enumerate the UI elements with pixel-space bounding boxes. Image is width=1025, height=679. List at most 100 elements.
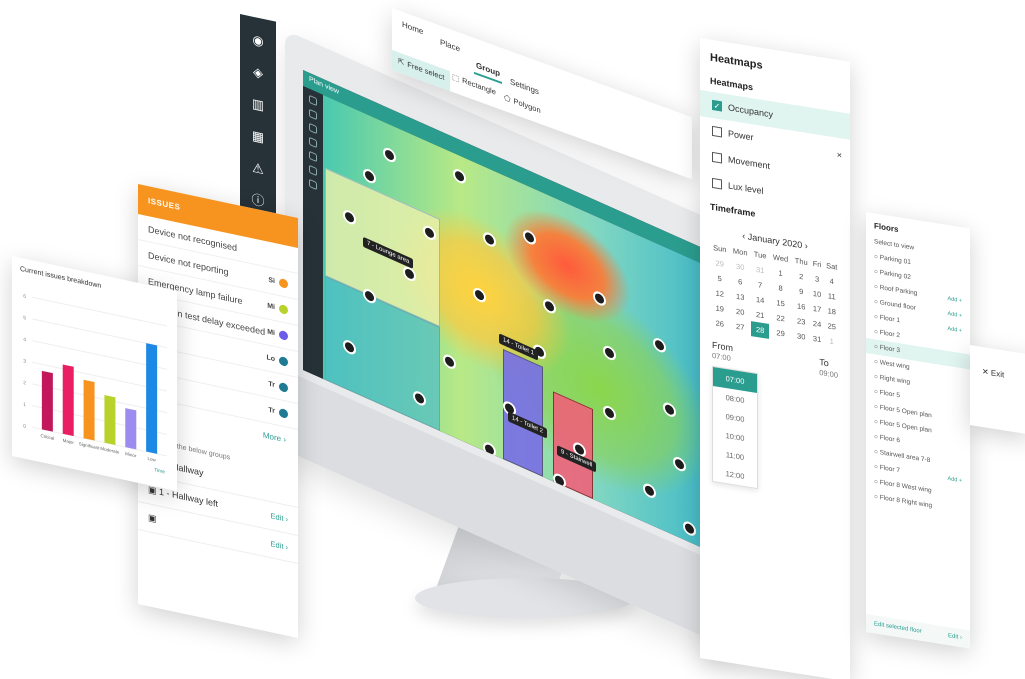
edit-floor-button[interactable]: Edit ›: [948, 633, 962, 641]
tab-settings[interactable]: Settings: [510, 77, 539, 97]
edit-group-link[interactable]: Edit ›: [270, 539, 288, 552]
exit-button[interactable]: ✕ Exit: [970, 345, 1025, 404]
floor-name: Floor 2: [879, 329, 900, 340]
floor-name: Parking 01: [879, 254, 911, 267]
y-tick-label: 3: [23, 358, 26, 365]
from-group: From 07:00: [712, 340, 733, 363]
y-tick-label: 1: [23, 402, 26, 409]
add-floor-link[interactable]: Add +: [947, 325, 962, 333]
floor-name: Floor 5: [879, 389, 900, 400]
checkbox[interactable]: ✓: [712, 99, 722, 112]
tool-icon[interactable]: [309, 108, 317, 121]
issue-severity: Si: [268, 276, 288, 289]
floor-name: Parking 02: [879, 269, 911, 282]
heatmap-option-label: Lux level: [728, 180, 764, 197]
y-tick-label: 5: [23, 315, 26, 322]
heatmap-option-label: Occupancy: [728, 102, 774, 120]
floorplan-icon[interactable]: ▦: [249, 126, 267, 148]
edit-group-link[interactable]: Edit ›: [270, 511, 288, 524]
x-tick-label: Minor: [125, 451, 137, 458]
calendar-day[interactable]: 29: [769, 324, 791, 343]
layers-icon[interactable]: ◈: [249, 62, 267, 84]
floor-name: Floor 1: [879, 314, 900, 325]
cursor-icon: ⇱: [398, 56, 405, 68]
checkbox[interactable]: [712, 177, 722, 190]
warning-icon[interactable]: ⚠: [249, 158, 267, 180]
year-label[interactable]: 2020: [782, 237, 802, 250]
calendar-day[interactable]: 27: [730, 318, 751, 336]
issues-breakdown-chart: 0 1 2 3 4 5 6 Critical Major Significant Moderate M…: [23, 293, 167, 476]
polygon-label: Polygon: [513, 96, 541, 116]
calendar-day[interactable]: 30: [792, 328, 811, 346]
bar-low: [146, 343, 158, 454]
polygon-tool[interactable]: ⬠ Polygon: [504, 93, 541, 115]
exit-panel: ✕ Exit: [970, 345, 1025, 435]
issue-severity: Mi: [267, 301, 288, 315]
checkbox[interactable]: [712, 151, 722, 164]
add-floor-link[interactable]: Add +: [947, 475, 962, 483]
severity-code: Tr: [268, 406, 275, 416]
tool-icon[interactable]: [309, 164, 317, 177]
floor-label: ○ Floor 2: [874, 328, 900, 339]
checkbox[interactable]: [712, 125, 722, 138]
bar-minor: [125, 408, 137, 450]
to-value[interactable]: 09:00: [819, 368, 838, 380]
y-tick-label: 4: [23, 337, 26, 344]
tool-icon[interactable]: [309, 136, 317, 149]
eye-icon[interactable]: ◉: [249, 30, 267, 52]
prev-month-icon[interactable]: ‹: [742, 231, 745, 241]
rectangle-tool[interactable]: ⬚ Rectangle: [452, 72, 496, 97]
severity-code: Mi: [267, 328, 275, 338]
floors-footer: Edit selected floor Edit ›: [866, 614, 970, 649]
x-tick-label: Moderate: [100, 446, 119, 455]
floor-label: ○ Floor 3: [874, 343, 900, 354]
y-tick-label: 2: [23, 380, 26, 387]
tool-icon[interactable]: [309, 94, 317, 107]
calendar-day[interactable]: 1: [823, 333, 840, 351]
calendar-day[interactable]: 28: [750, 321, 770, 339]
floor-name: Right wing: [879, 374, 911, 386]
issue-severity: Mi: [267, 327, 288, 341]
severity-dot: [279, 407, 288, 419]
severity-dot: [279, 303, 288, 315]
gridline: [32, 296, 167, 327]
heatmap-option-label: Power: [728, 128, 754, 143]
issue-severity: Tr: [268, 380, 288, 393]
y-tick-label: 6: [23, 293, 26, 300]
severity-dot: [279, 329, 288, 341]
bar-moderate: [104, 394, 116, 445]
chart-extra-label: Time: [154, 467, 165, 475]
polygon-icon: ⬠: [504, 92, 511, 105]
tool-icon[interactable]: [309, 150, 317, 163]
issue-severity: Lo: [266, 353, 288, 367]
bar-major: [62, 364, 74, 437]
y-tick-label: 0: [23, 423, 26, 430]
heatmaps-panel: Heatmaps Heatmaps × ✓ Occupancy Power Movem…: [700, 38, 850, 679]
chart-icon[interactable]: ▥: [249, 94, 267, 116]
from-value[interactable]: 07:00: [712, 351, 731, 363]
group-icon: ▣: [148, 512, 157, 524]
add-floor-link[interactable]: Add +: [947, 295, 962, 303]
edit-selected-floor-link[interactable]: Edit selected floor: [874, 621, 922, 635]
next-month-icon[interactable]: ›: [805, 241, 808, 251]
floor-name: Floor 3: [879, 344, 900, 355]
calendar-day[interactable]: 26: [710, 315, 730, 333]
time-picker: 07:00 08:00 09:00 10:00 11:00 12:00: [712, 365, 758, 490]
severity-code: Tr: [268, 380, 275, 390]
calendar-day[interactable]: 31: [811, 331, 824, 348]
floor-label: ○ Floor 1: [874, 313, 900, 324]
tool-icon[interactable]: [309, 178, 317, 191]
tool-icon[interactable]: [309, 122, 317, 135]
floor-label: ○ Floor 7: [874, 463, 900, 474]
x-tick-label: Significant: [79, 441, 100, 451]
floor-name: Floor 8 Right wing: [879, 494, 933, 510]
heatmap-option-label: Movement: [728, 154, 771, 172]
add-floor-link[interactable]: Add +: [947, 310, 962, 318]
tab-place[interactable]: Place: [440, 37, 460, 53]
month-label[interactable]: January: [748, 232, 780, 247]
severity-code: Si: [268, 276, 275, 286]
floor-label: ○ Floor 6: [874, 433, 900, 444]
bar-significant: [83, 379, 95, 441]
tab-home[interactable]: Home: [402, 20, 423, 37]
close-icon[interactable]: ×: [837, 150, 842, 161]
